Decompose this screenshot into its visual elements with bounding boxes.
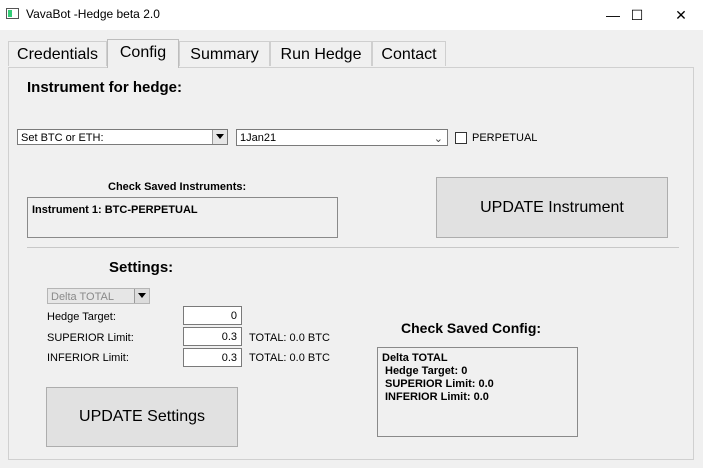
inferior-limit-label: INFERIOR Limit: xyxy=(47,352,129,364)
saved-config-heading: Check Saved Config: xyxy=(401,320,542,336)
app-icon xyxy=(6,8,19,19)
saved-instruments-heading: Check Saved Instruments: xyxy=(108,181,247,193)
saved-config-box: Delta TOTAL Hedge Target: 0 SUPERIOR Lim… xyxy=(377,347,578,437)
coin-select[interactable]: Set BTC or ETH: xyxy=(17,129,228,145)
dropdown-arrow-icon xyxy=(134,289,149,303)
inferior-total: TOTAL: 0.0 BTC xyxy=(249,352,330,364)
expiry-select-value: 1Jan21 xyxy=(240,132,277,144)
tab-run-hedge[interactable]: Run Hedge xyxy=(270,41,372,66)
window-title: VavaBot -Hedge beta 2.0 xyxy=(26,7,160,21)
coin-select-value: Set BTC or ETH: xyxy=(21,132,104,144)
expiry-select[interactable]: 1Jan21 ⌄ xyxy=(236,129,448,146)
update-instrument-button[interactable]: UPDATE Instrument xyxy=(436,177,668,238)
saved-config-inferior: INFERIOR Limit: 0.0 xyxy=(385,391,489,403)
saved-config-hedge-target: Hedge Target: 0 xyxy=(385,365,468,377)
title-bar: VavaBot -Hedge beta 2.0 — ☐ ✕ xyxy=(0,0,703,30)
settings-heading: Settings: xyxy=(109,259,174,276)
hedge-target-input[interactable] xyxy=(183,306,242,325)
update-settings-button[interactable]: UPDATE Settings xyxy=(46,387,238,447)
tab-credentials[interactable]: Credentials xyxy=(8,41,107,66)
superior-limit-input[interactable] xyxy=(183,327,242,346)
perpetual-label: PERPETUAL xyxy=(472,132,538,144)
saved-instruments-box: Instrument 1: BTC-PERPETUAL xyxy=(27,197,338,238)
saved-config-mode: Delta TOTAL xyxy=(382,352,448,364)
superior-total: TOTAL: 0.0 BTC xyxy=(249,332,330,344)
tab-contact[interactable]: Contact xyxy=(372,41,446,66)
saved-config-superior: SUPERIOR Limit: 0.0 xyxy=(385,378,494,390)
close-button[interactable]: ✕ xyxy=(658,0,703,30)
perpetual-checkbox[interactable] xyxy=(455,132,467,144)
separator xyxy=(27,247,679,248)
instrument-heading: Instrument for hedge: xyxy=(27,79,183,96)
tab-config[interactable]: Config xyxy=(107,39,179,68)
delta-mode-select[interactable]: Delta TOTAL xyxy=(47,288,150,304)
saved-instrument-1: Instrument 1: BTC-PERPETUAL xyxy=(32,204,198,216)
tab-summary[interactable]: Summary xyxy=(179,41,270,66)
maximize-button[interactable]: ☐ xyxy=(614,0,660,30)
inferior-limit-input[interactable] xyxy=(183,348,242,367)
superior-limit-label: SUPERIOR Limit: xyxy=(47,332,134,344)
hedge-target-label: Hedge Target: xyxy=(47,311,116,323)
chevron-down-icon: ⌄ xyxy=(433,133,443,145)
dropdown-arrow-icon xyxy=(212,130,227,144)
delta-mode-value: Delta TOTAL xyxy=(51,291,114,303)
